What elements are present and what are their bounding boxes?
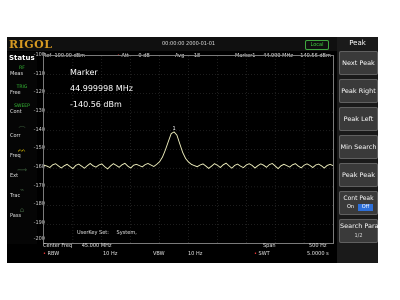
y-tick: -190 bbox=[33, 220, 45, 226]
y-tick: -150 bbox=[33, 145, 45, 151]
center-freq-label: Center Freq bbox=[43, 243, 73, 249]
vbw-label: VBW bbox=[153, 251, 165, 257]
marker-number-label: 1 bbox=[173, 126, 176, 132]
brand-logo: RIGOL bbox=[9, 38, 53, 51]
graticule[interactable]: 1 Marker 44.999998 MHz -140.56 dBm bbox=[43, 55, 334, 244]
marker-frequency: 44.999998 MHz bbox=[70, 84, 133, 93]
vbw[interactable]: VBW bbox=[153, 251, 165, 257]
page-indicator: 1/2 bbox=[354, 233, 363, 239]
peak-peak-button[interactable]: Peak Peak bbox=[339, 163, 378, 187]
local-badge[interactable]: Local bbox=[305, 40, 329, 50]
center-freq-value: 45.000 MHz bbox=[81, 243, 112, 249]
cont-peak-button[interactable]: Cont Peak On Off bbox=[339, 191, 378, 215]
userkey-label: UserKey Set: bbox=[77, 230, 109, 236]
cont-peak-toggle[interactable]: On Off bbox=[344, 204, 373, 211]
y-tick: -130 bbox=[33, 108, 45, 114]
userkey-value: System, bbox=[116, 230, 137, 236]
y-tick: -160 bbox=[33, 164, 45, 170]
y-tick: -110 bbox=[33, 71, 45, 77]
marker-title: Marker bbox=[70, 68, 98, 77]
marker-amplitude: -140.56 dBm bbox=[70, 100, 122, 109]
analyzer-screen: RIGOL 00:00:00 2000-01-01 Local Ref -100… bbox=[7, 37, 378, 263]
cont-peak-on[interactable]: On bbox=[344, 204, 357, 211]
rbw-value: 10 Hz bbox=[103, 251, 118, 257]
cont-peak-label: Cont Peak bbox=[343, 195, 374, 202]
y-tick: -200 bbox=[33, 236, 45, 242]
peak-right-button[interactable]: Peak Right bbox=[339, 79, 378, 103]
center-freq[interactable]: Center Freq 45.000 MHz bbox=[43, 243, 112, 249]
y-axis: -100 -110 -120 -130 -140 -150 -160 -170 … bbox=[17, 52, 45, 242]
vbw-value: 10 Hz bbox=[188, 251, 203, 257]
swt[interactable]: • SWT bbox=[254, 251, 270, 257]
userkey-status: UserKey Set: System, bbox=[77, 230, 137, 236]
min-search-button[interactable]: Min Search bbox=[339, 135, 378, 159]
swt-value-wrap: 5.0000 s bbox=[307, 251, 329, 257]
rbw-flag-icon: • bbox=[43, 251, 46, 257]
y-tick: -140 bbox=[33, 127, 45, 133]
y-tick: -100 bbox=[33, 52, 45, 58]
swt-label: SWT bbox=[258, 251, 270, 257]
swt-flag-icon: • bbox=[254, 251, 257, 257]
softkey-menu-title: Peak bbox=[349, 39, 366, 47]
span-value-wrap: 500 Hz bbox=[309, 243, 327, 249]
rbw-label: RBW bbox=[47, 251, 60, 257]
y-tick: -180 bbox=[33, 201, 45, 207]
softkey-panel: Peak Next Peak Peak Right Peak Left Min … bbox=[337, 37, 378, 263]
next-peak-button[interactable]: Next Peak bbox=[339, 51, 378, 75]
rbw[interactable]: • RBW bbox=[43, 251, 59, 257]
peak-left-button[interactable]: Peak Left bbox=[339, 107, 378, 131]
swt-value: 5.0000 s bbox=[307, 251, 329, 257]
y-tick: -170 bbox=[33, 183, 45, 189]
search-para-label: Search Para bbox=[340, 222, 378, 230]
span-label: Span bbox=[263, 243, 276, 249]
vbw-value-wrap: 10 Hz bbox=[188, 251, 202, 257]
y-tick: -120 bbox=[33, 89, 45, 95]
span[interactable]: Span bbox=[263, 243, 276, 249]
rbw-value-wrap: 10 Hz bbox=[103, 251, 117, 257]
search-para-button[interactable]: Search Para 1/2 bbox=[339, 219, 378, 243]
datetime: 00:00:00 2000-01-01 bbox=[162, 41, 216, 47]
cont-peak-off[interactable]: Off bbox=[358, 204, 373, 211]
span-value: 500 Hz bbox=[309, 243, 327, 249]
top-bar: RIGOL 00:00:00 2000-01-01 Local bbox=[7, 37, 337, 51]
